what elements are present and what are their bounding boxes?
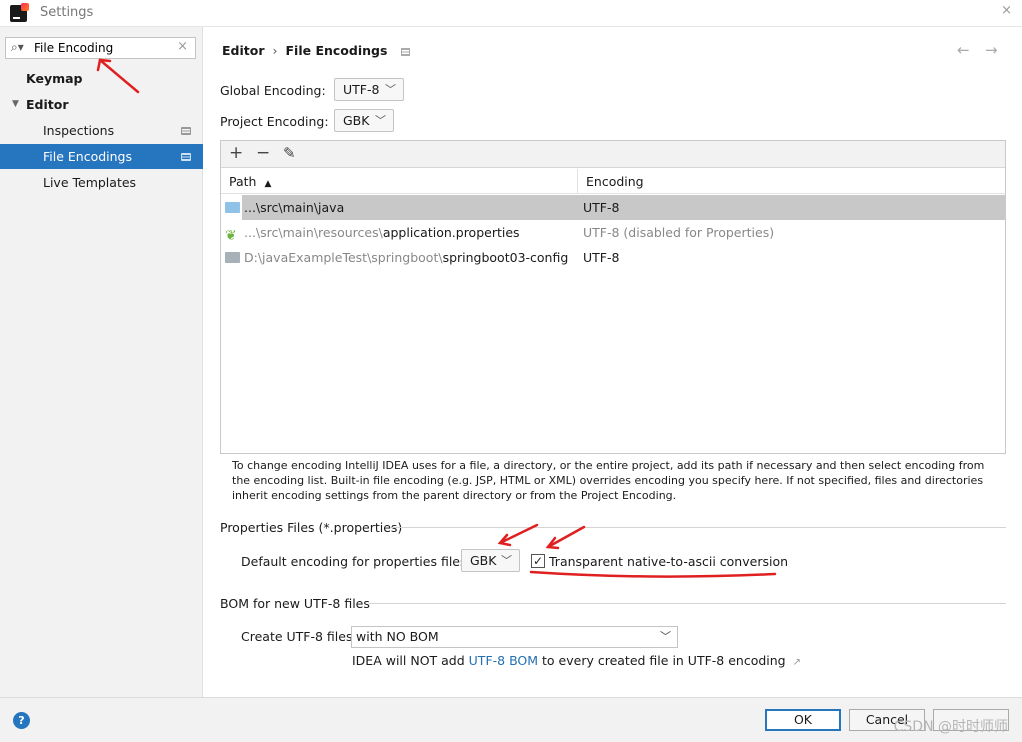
ok-button[interactable]: OK [765,709,841,731]
csdn-watermark: CSDN @时时师师 [893,719,1008,735]
global-encoding-value: UTF-8 [343,82,380,97]
annotation-arrowhead-checkbox [545,536,560,550]
sidebar-item-label: Inspections [43,123,115,138]
native-to-ascii-label[interactable]: Transparent native-to-ascii conversion [549,554,788,569]
sidebar-item-label: Keymap [26,71,83,86]
path-cell: D:\javaExampleTest\springboot\springboot… [244,245,568,270]
chevron-down-icon: ﹀ [501,554,512,567]
breadcrumb-separator: › [272,43,278,58]
page-icon [181,153,191,161]
remove-icon[interactable]: − [256,143,270,163]
back-arrow-icon[interactable]: ← [957,41,970,59]
path-header-label: Path [229,174,257,189]
page-icon [181,127,191,135]
create-utf8-value: with NO BOM [356,629,439,644]
section-divider [369,603,1006,604]
path-cell: ...\src\main\java [242,195,578,220]
window-title: Settings [40,5,94,20]
path-cell: ...\src\main\resources\application.prope… [244,220,520,245]
forward-arrow-icon[interactable]: → [985,41,998,59]
search-icon[interactable]: ⌕▾ [11,40,24,55]
edit-icon[interactable]: ✎ [283,144,296,162]
bom-note: IDEA will NOT add UTF-8 BOM to every cre… [352,653,801,668]
chevron-down-icon: ﹀ [375,114,386,127]
utf8-bom-link[interactable]: UTF-8 BOM [469,653,538,668]
path-prefix: ...\src\main\resources\ [244,225,383,240]
bom-note-suffix: to every created file in UTF-8 encoding [538,653,786,668]
intellij-app-icon [10,3,29,22]
add-icon[interactable]: + [229,143,243,163]
external-link-icon[interactable]: ↗ [793,657,801,668]
page-icon [401,47,411,56]
breadcrumb-current: File Encodings [285,43,388,58]
close-icon[interactable]: × [1001,3,1012,18]
chevron-down-icon: ﹀ [385,83,396,96]
clear-icon[interactable]: × [177,39,188,54]
encoding-help-text: To change encoding IntelliJ IDEA uses fo… [232,459,985,502]
path-prefix: D:\javaExampleTest\springboot\ [244,250,443,265]
sidebar-item-label: File Encodings [43,149,133,164]
chevron-down-icon[interactable]: ▼ [12,92,19,117]
path-main: springboot03-config [442,250,569,265]
encoding-cell: UTF-8 [583,250,620,265]
create-utf8-select[interactable]: with NO BOM ﹀ [351,626,678,648]
project-encoding-value: GBK [343,113,370,128]
sidebar-item-inspections[interactable]: Inspections [0,118,203,143]
dialog-footer: ? OK Cancel CSDN @时时师师 [0,697,1022,742]
sidebar-item-label: Editor [26,97,69,112]
properties-section-title: Properties Files (*.properties) [220,520,403,535]
help-icon[interactable]: ? [13,712,30,729]
settings-sidebar: ⌕▾ × Keymap ▼ Editor Inspections File En… [0,27,203,697]
sort-ascending-icon: ▲ [264,179,272,189]
global-encoding-label: Global Encoding: [220,83,326,98]
global-encoding-select[interactable]: UTF-8 ﹀ [334,78,404,101]
folder-icon [225,202,240,213]
sidebar-item-keymap[interactable]: Keymap [0,66,203,91]
table-row[interactable]: ...\src\main\java UTF-8 [221,195,1005,220]
path-encoding-table: + − ✎ Path ▲ Encoding ...\src\main\java … [220,140,1006,454]
breadcrumb: Editor › File Encodings [222,43,411,58]
bom-note-prefix: IDEA will NOT add [352,653,469,668]
table-row[interactable]: D:\javaExampleTest\springboot\springboot… [221,245,1005,270]
section-divider [392,527,1006,528]
title-bar: Settings × [0,0,1022,27]
folder-icon [225,252,240,263]
default-properties-encoding-label: Default encoding for properties files: [241,554,471,569]
default-properties-encoding-select[interactable]: GBK ﹀ [461,549,520,572]
project-encoding-select[interactable]: GBK ﹀ [334,109,394,132]
path-column-header[interactable]: Path ▲ [221,169,578,194]
table-row[interactable]: ❦ ...\src\main\resources\application.pro… [221,220,1005,245]
project-encoding-label: Project Encoding: [220,114,329,129]
sidebar-item-label: Live Templates [43,175,137,190]
annotation-arrowhead-gbk [497,533,512,547]
encoding-cell: UTF-8 (disabled for Properties) [583,225,775,240]
settings-search[interactable]: ⌕▾ × [5,37,196,59]
annotation-arrow-checkbox [546,525,586,549]
chevron-down-icon: ﹀ [660,630,671,643]
annotation-underline [529,570,777,578]
table-toolbar: + − ✎ [221,141,1005,168]
sidebar-item-file-encodings[interactable]: File Encodings [0,144,203,169]
sidebar-item-editor[interactable]: ▼ Editor [0,92,203,117]
sidebar-item-live-templates[interactable]: Live Templates [0,170,203,195]
encoding-cell: UTF-8 [583,200,620,215]
breadcrumb-parent[interactable]: Editor [222,43,265,58]
encoding-column-header[interactable]: Encoding [578,169,1005,194]
cell-bg [578,195,1005,220]
create-utf8-label: Create UTF-8 files: [241,629,357,644]
native-to-ascii-checkbox[interactable]: ✓ [531,554,545,568]
default-properties-encoding-value: GBK [470,553,497,568]
search-input[interactable] [34,40,174,56]
bom-section-title: BOM for new UTF-8 files [220,596,370,611]
path-main: application.properties [382,225,520,240]
